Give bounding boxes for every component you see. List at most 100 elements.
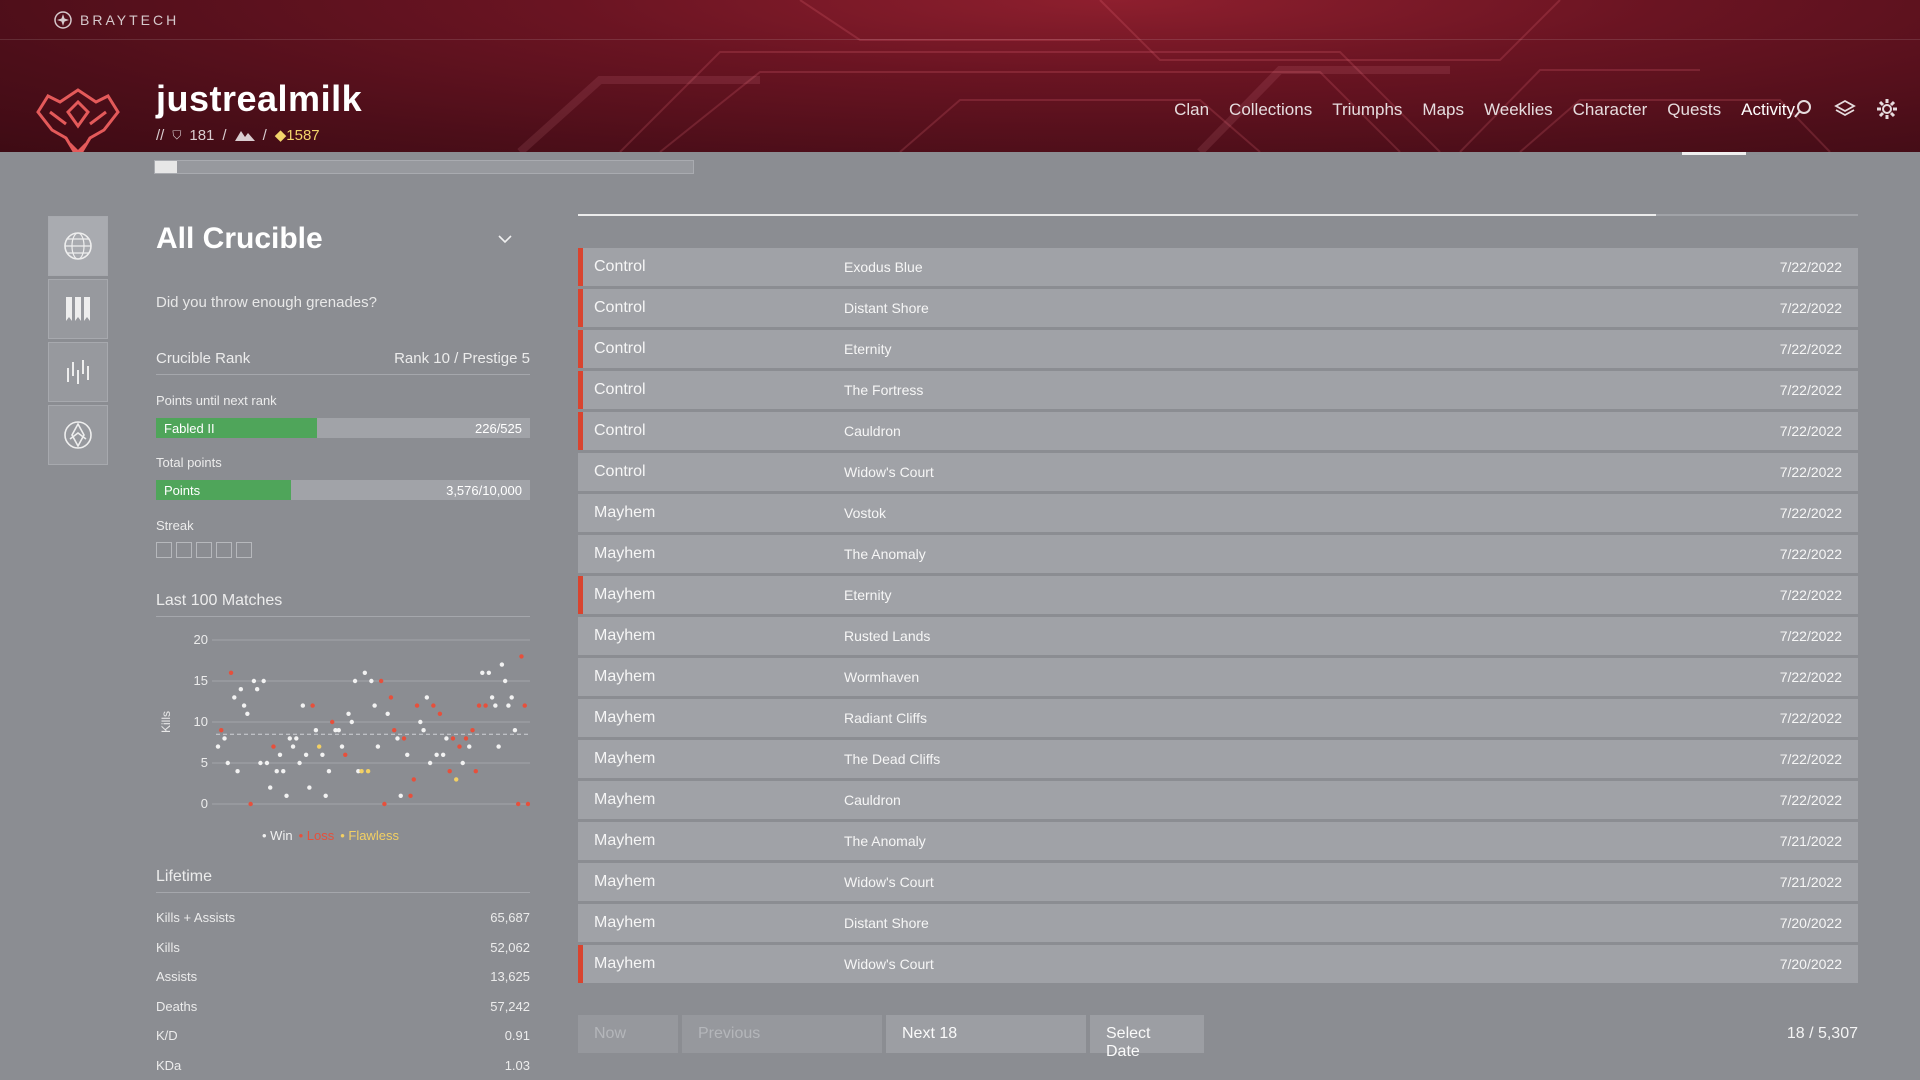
nav-item-quests[interactable]: Quests [1667,100,1721,120]
streak-box [176,542,192,558]
nav-item-clan[interactable]: Clan [1174,100,1209,120]
layers-icon[interactable] [1834,98,1856,120]
match-point-loss [470,728,475,733]
emblem-icon [36,88,120,152]
match-point-loss [219,728,224,733]
activity-mode: Mayhem [594,791,656,808]
match-point-win [489,695,495,700]
activity-row[interactable]: Mayhem The Anomaly 7/21/2022 [578,822,1858,860]
lifetime-stat-value: 52,062 [490,939,530,955]
match-point-win [395,736,400,741]
activity-row[interactable]: Control Cauldron 7/22/2022 [578,412,1858,450]
match-point-win [512,728,518,733]
search-icon[interactable] [1792,98,1814,120]
activity-row[interactable]: Mayhem The Dead Cliffs 7/22/2022 [578,740,1858,778]
legend-win-label: Win [270,828,293,843]
activity-row[interactable]: Mayhem Vostok 7/22/2022 [578,494,1858,532]
substats-separator: / [262,126,267,144]
rail-all-modes[interactable] [48,216,108,276]
activity-row[interactable]: Mayhem The Anomaly 7/22/2022 [578,535,1858,573]
match-point-win [444,736,449,741]
y-tick-label: 5 [201,755,208,770]
gear-icon[interactable] [1876,98,1898,120]
braytech-logo-icon [54,11,72,29]
activity-row[interactable]: Control Exodus Blue 7/22/2022 [578,248,1858,286]
activity-mode: Mayhem [594,504,656,521]
match-point-loss [248,801,253,807]
pager: Now Previous Next 18 Select Date [578,1015,1204,1060]
rail-crucible[interactable] [48,279,108,339]
match-point-win [372,703,377,708]
activity-row[interactable]: Control Eternity 7/22/2022 [578,330,1858,368]
streak-box [236,542,252,558]
activity-row[interactable]: Control Distant Shore 7/22/2022 [578,289,1858,327]
nav-item-collections[interactable]: Collections [1229,100,1312,120]
lifetime-stat-label: Kills [156,939,180,955]
nav-item-activity[interactable]: Activity [1741,100,1795,120]
activity-map: The Dead Cliffs [844,751,941,767]
activity-row[interactable]: Mayhem Rusted Lands 7/22/2022 [578,617,1858,655]
match-point-loss [414,703,420,708]
activity-row[interactable]: Control Widow's Court 7/22/2022 [578,453,1858,491]
lifetime-stat-label: Assists [156,969,198,984]
streak-box [196,542,212,558]
match-point-win [225,760,230,766]
match-point-win [307,785,312,790]
match-point-win [251,678,257,684]
match-point-loss [310,703,315,708]
substats-separator: / [222,126,227,144]
select-date-button[interactable]: Select Date [1090,1015,1204,1060]
activity-row[interactable]: Control The Fortress 7/22/2022 [578,371,1858,409]
rail-trials[interactable] [48,405,108,465]
nav-icons [1792,98,1898,120]
match-point-win [405,752,410,757]
match-point-win [277,752,283,757]
chart-legend: • Win • Loss • Flawless [262,828,399,843]
activity-map: Widow's Court [844,464,934,480]
gambit-icon [64,421,92,449]
lifetime-stat-row: Assists 13,625 [156,969,530,984]
match-point-win [241,703,247,708]
brand[interactable]: BRAYTECH [54,11,179,29]
activity-row[interactable]: Mayhem Eternity 7/22/2022 [578,576,1858,614]
match-point-loss [388,695,394,700]
next-button[interactable]: Next 18 [886,1015,1086,1053]
activity-row[interactable]: Mayhem Radiant Cliffs 7/22/2022 [578,699,1858,737]
activity-mode: Mayhem [594,832,656,849]
activity-date: 7/22/2022 [1779,792,1842,808]
now-button[interactable]: Now [578,1015,678,1053]
activity-row[interactable]: Mayhem Cauldron 7/22/2022 [578,781,1858,819]
nav-item-triumphs[interactable]: Triumphs [1332,100,1402,120]
activity-date: 7/22/2022 [1779,464,1842,480]
activity-row[interactable]: Mayhem Wormhaven 7/22/2022 [578,658,1858,696]
season-progress-bar [154,160,694,174]
nav-item-weeklies[interactable]: Weeklies [1484,100,1553,120]
chevron-down-icon[interactable] [496,230,514,248]
match-point-win [375,744,381,749]
activity-map: Widow's Court [844,956,934,972]
activity-map: Cauldron [844,423,901,439]
match-point-win [486,670,492,675]
previous-button[interactable]: Previous [682,1015,882,1053]
activity-row[interactable]: Mayhem Distant Shore 7/20/2022 [578,904,1858,942]
mode-title[interactable]: All Crucible [156,222,323,256]
main-nav: Clan Collections Triumphs Maps Weeklies Chara… [1174,100,1795,120]
streak-label: Streak [156,518,194,533]
matches-title: Last 100 Matches [156,592,283,609]
nav-item-maps[interactable]: Maps [1422,100,1464,120]
activity-map: Wormhaven [844,669,920,685]
activity-row[interactable]: Mayhem Widow's Court 7/20/2022 [578,945,1858,983]
activity-map: Exodus Blue [844,259,923,275]
power-level-icon: ◆ [274,127,287,144]
match-point-win [274,769,279,774]
rail-iron-banner[interactable] [48,342,108,402]
next-rank-bar-label: Fabled II [164,421,215,436]
match-point-flawless [359,769,364,774]
activity-row[interactable]: Mayhem Widow's Court 7/21/2022 [578,863,1858,901]
match-point-loss [343,752,348,757]
match-point-win [294,736,299,741]
match-point-win [254,687,260,692]
matches-scatter-chart: Kills 0 5 10 15 20 [159,632,530,811]
nav-item-character[interactable]: Character [1573,100,1648,120]
match-point-win [467,744,472,749]
